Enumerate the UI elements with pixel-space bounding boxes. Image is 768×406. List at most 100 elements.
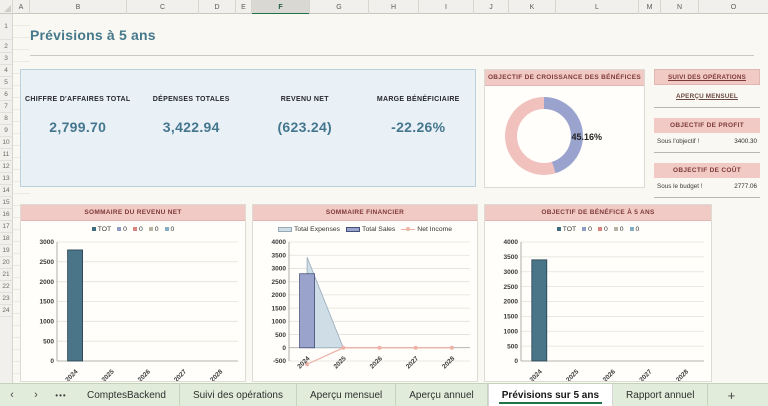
column-header-e[interactable]: E bbox=[236, 0, 252, 14]
row-header-3[interactable]: 3 bbox=[0, 53, 12, 65]
kpi-label: MARGE BÉNÉFICIAIRE bbox=[362, 96, 476, 103]
row-header-12[interactable]: 12 bbox=[0, 161, 12, 173]
legend-swatch bbox=[614, 227, 618, 231]
row-header-10[interactable]: 10 bbox=[0, 137, 12, 149]
svg-text:500: 500 bbox=[507, 343, 518, 350]
svg-text:1000: 1000 bbox=[40, 319, 55, 326]
column-header-h[interactable]: H bbox=[369, 0, 419, 14]
row-header-1[interactable]: 1 bbox=[0, 14, 12, 40]
sidebar: SUIVI DES OPÉRATIONSAPERÇU MENSUELOBJECT… bbox=[654, 69, 760, 198]
sidebar-divider bbox=[654, 152, 760, 153]
column-header-a[interactable]: A bbox=[13, 0, 30, 14]
legend-swatch bbox=[278, 227, 292, 232]
prev-sheet-button[interactable]: ‹ bbox=[0, 384, 24, 406]
column-header-b[interactable]: B bbox=[30, 0, 127, 14]
svg-text:2500: 2500 bbox=[40, 259, 55, 266]
column-header-n[interactable]: N bbox=[661, 0, 699, 14]
select-all-corner[interactable] bbox=[0, 0, 13, 14]
objective-status: Sous le budget ! bbox=[657, 183, 703, 190]
column-header-d[interactable]: D bbox=[199, 0, 236, 14]
column-headers: ABCDEFGHIJKLMNO bbox=[13, 0, 768, 14]
row-header-8[interactable]: 8 bbox=[0, 113, 12, 125]
legend-swatch bbox=[117, 227, 121, 231]
row-header-16[interactable]: 16 bbox=[0, 209, 12, 221]
svg-text:2500: 2500 bbox=[504, 284, 519, 291]
objective-status-row: Sous l'objectif !3400.30 bbox=[654, 133, 760, 149]
column-header-f[interactable]: F bbox=[252, 0, 310, 14]
svg-text:2027: 2027 bbox=[405, 355, 420, 370]
sheet-tab-aper-u-annuel[interactable]: Aperçu annuel bbox=[396, 384, 488, 406]
kpi-value: (623.24) bbox=[248, 119, 362, 135]
row-header-17[interactable]: 17 bbox=[0, 221, 12, 233]
legend-swatch bbox=[92, 227, 96, 231]
column-header-g[interactable]: G bbox=[310, 0, 369, 14]
financial-summary-chart-panel[interactable]: SOMMAIRE FINANCIER Total ExpensesTotal S… bbox=[252, 204, 478, 382]
objective-value: 2777.06 bbox=[734, 183, 757, 190]
sheet-tab-suivi-des-op-rations[interactable]: Suivi des opérations bbox=[180, 384, 297, 406]
row-header-23[interactable]: 23 bbox=[0, 293, 12, 305]
row-header-11[interactable]: 11 bbox=[0, 149, 12, 161]
row-header-22[interactable]: 22 bbox=[0, 281, 12, 293]
svg-text:3500: 3500 bbox=[504, 254, 519, 261]
svg-text:0: 0 bbox=[514, 358, 518, 365]
legend-item: 0 bbox=[117, 226, 127, 233]
sheet-tab-bar: ‹›•••ComptesBackendSuivi des opérationsA… bbox=[0, 383, 768, 406]
kpi-metric: MARGE BÉNÉFICIAIRE-22.26% bbox=[362, 96, 476, 186]
legend-item: 0 bbox=[165, 226, 175, 233]
net-revenue-chart-plot: 0500100015002000250030002024202520262027… bbox=[21, 237, 246, 382]
row-header-13[interactable]: 13 bbox=[0, 173, 12, 185]
column-header-m[interactable]: M bbox=[639, 0, 661, 14]
column-header-c[interactable]: C bbox=[127, 0, 199, 14]
column-header-o[interactable]: O bbox=[699, 0, 768, 14]
row-header-14[interactable]: 14 bbox=[0, 185, 12, 197]
row-header-15[interactable]: 15 bbox=[0, 197, 12, 209]
legend-swatch bbox=[630, 227, 634, 231]
kpi-card: CHIFFRE D'AFFAIRES TOTAL2,799.70DÉPENSES… bbox=[20, 69, 476, 187]
kpi-metric: DÉPENSES TOTALES3,422.94 bbox=[135, 96, 249, 186]
monthly-overview-link[interactable]: APERÇU MENSUEL bbox=[654, 88, 760, 104]
row-header-6[interactable]: 6 bbox=[0, 89, 12, 101]
kpi-metric: REVENU NET(623.24) bbox=[248, 96, 362, 186]
row-header-20[interactable]: 20 bbox=[0, 257, 12, 269]
profit-objective-chart-title: OBJECTIF DE BÉNÉFICE À 5 ANS bbox=[485, 205, 711, 221]
sheet-canvas: Prévisions à 5 ans CHIFFRE D'AFFAIRES TO… bbox=[13, 14, 768, 383]
row-header-2[interactable]: 2 bbox=[0, 40, 12, 53]
next-sheet-button[interactable]: › bbox=[24, 384, 48, 406]
financial-summary-legend: Total ExpensesTotal SalesNet Income bbox=[253, 221, 477, 237]
operations-tracking-link[interactable]: SUIVI DES OPÉRATIONS bbox=[654, 69, 760, 85]
svg-text:500: 500 bbox=[275, 332, 286, 339]
sheet-tab-comptesbackend[interactable]: ComptesBackend bbox=[74, 384, 180, 406]
svg-text:2024: 2024 bbox=[529, 368, 544, 382]
profit-objective-chart-panel[interactable]: OBJECTIF DE BÉNÉFICE À 5 ANS TOT0000 050… bbox=[484, 204, 712, 382]
row-header-9[interactable]: 9 bbox=[0, 125, 12, 137]
legend-item: Net Income bbox=[401, 226, 452, 233]
profit-growth-donut-panel[interactable]: OBJECTIF DE CROISSANCE DES BÉNÉFICES 45.… bbox=[484, 69, 645, 188]
legend-label: TOT bbox=[563, 226, 576, 233]
column-header-k[interactable]: K bbox=[509, 0, 556, 14]
row-header-19[interactable]: 19 bbox=[0, 245, 12, 257]
row-header-4[interactable]: 4 bbox=[0, 65, 12, 77]
kpi-value: 3,422.94 bbox=[135, 119, 249, 135]
net-revenue-chart-panel[interactable]: SOMMAIRE DU REVENU NET TOT0000 050010001… bbox=[20, 204, 246, 382]
sheet-overflow-button[interactable]: ••• bbox=[48, 384, 74, 406]
column-header-j[interactable]: J bbox=[474, 0, 509, 14]
row-header-21[interactable]: 21 bbox=[0, 269, 12, 281]
svg-text:2026: 2026 bbox=[369, 355, 384, 370]
row-header-5[interactable]: 5 bbox=[0, 77, 12, 89]
sheet-tab-aper-u-mensuel[interactable]: Aperçu mensuel bbox=[297, 384, 396, 406]
svg-text:1500: 1500 bbox=[504, 314, 519, 321]
column-header-l[interactable]: L bbox=[556, 0, 639, 14]
svg-text:3500: 3500 bbox=[272, 252, 287, 259]
sheet-tab-pr-visions-sur-5-ans[interactable]: Prévisions sur 5 ans bbox=[488, 384, 613, 406]
svg-text:2028: 2028 bbox=[209, 368, 224, 382]
legend-swatch bbox=[133, 227, 137, 231]
sheet-tab-rapport-annuel[interactable]: Rapport annuel bbox=[613, 384, 708, 406]
svg-text:1500: 1500 bbox=[272, 305, 287, 312]
row-header-18[interactable]: 18 bbox=[0, 233, 12, 245]
row-header-7[interactable]: 7 bbox=[0, 101, 12, 113]
column-header-i[interactable]: I bbox=[419, 0, 474, 14]
legend-line-swatch bbox=[401, 227, 415, 232]
add-sheet-button[interactable]: + bbox=[708, 384, 754, 406]
row-header-24[interactable]: 24 bbox=[0, 305, 12, 317]
legend-label: 0 bbox=[171, 226, 175, 233]
